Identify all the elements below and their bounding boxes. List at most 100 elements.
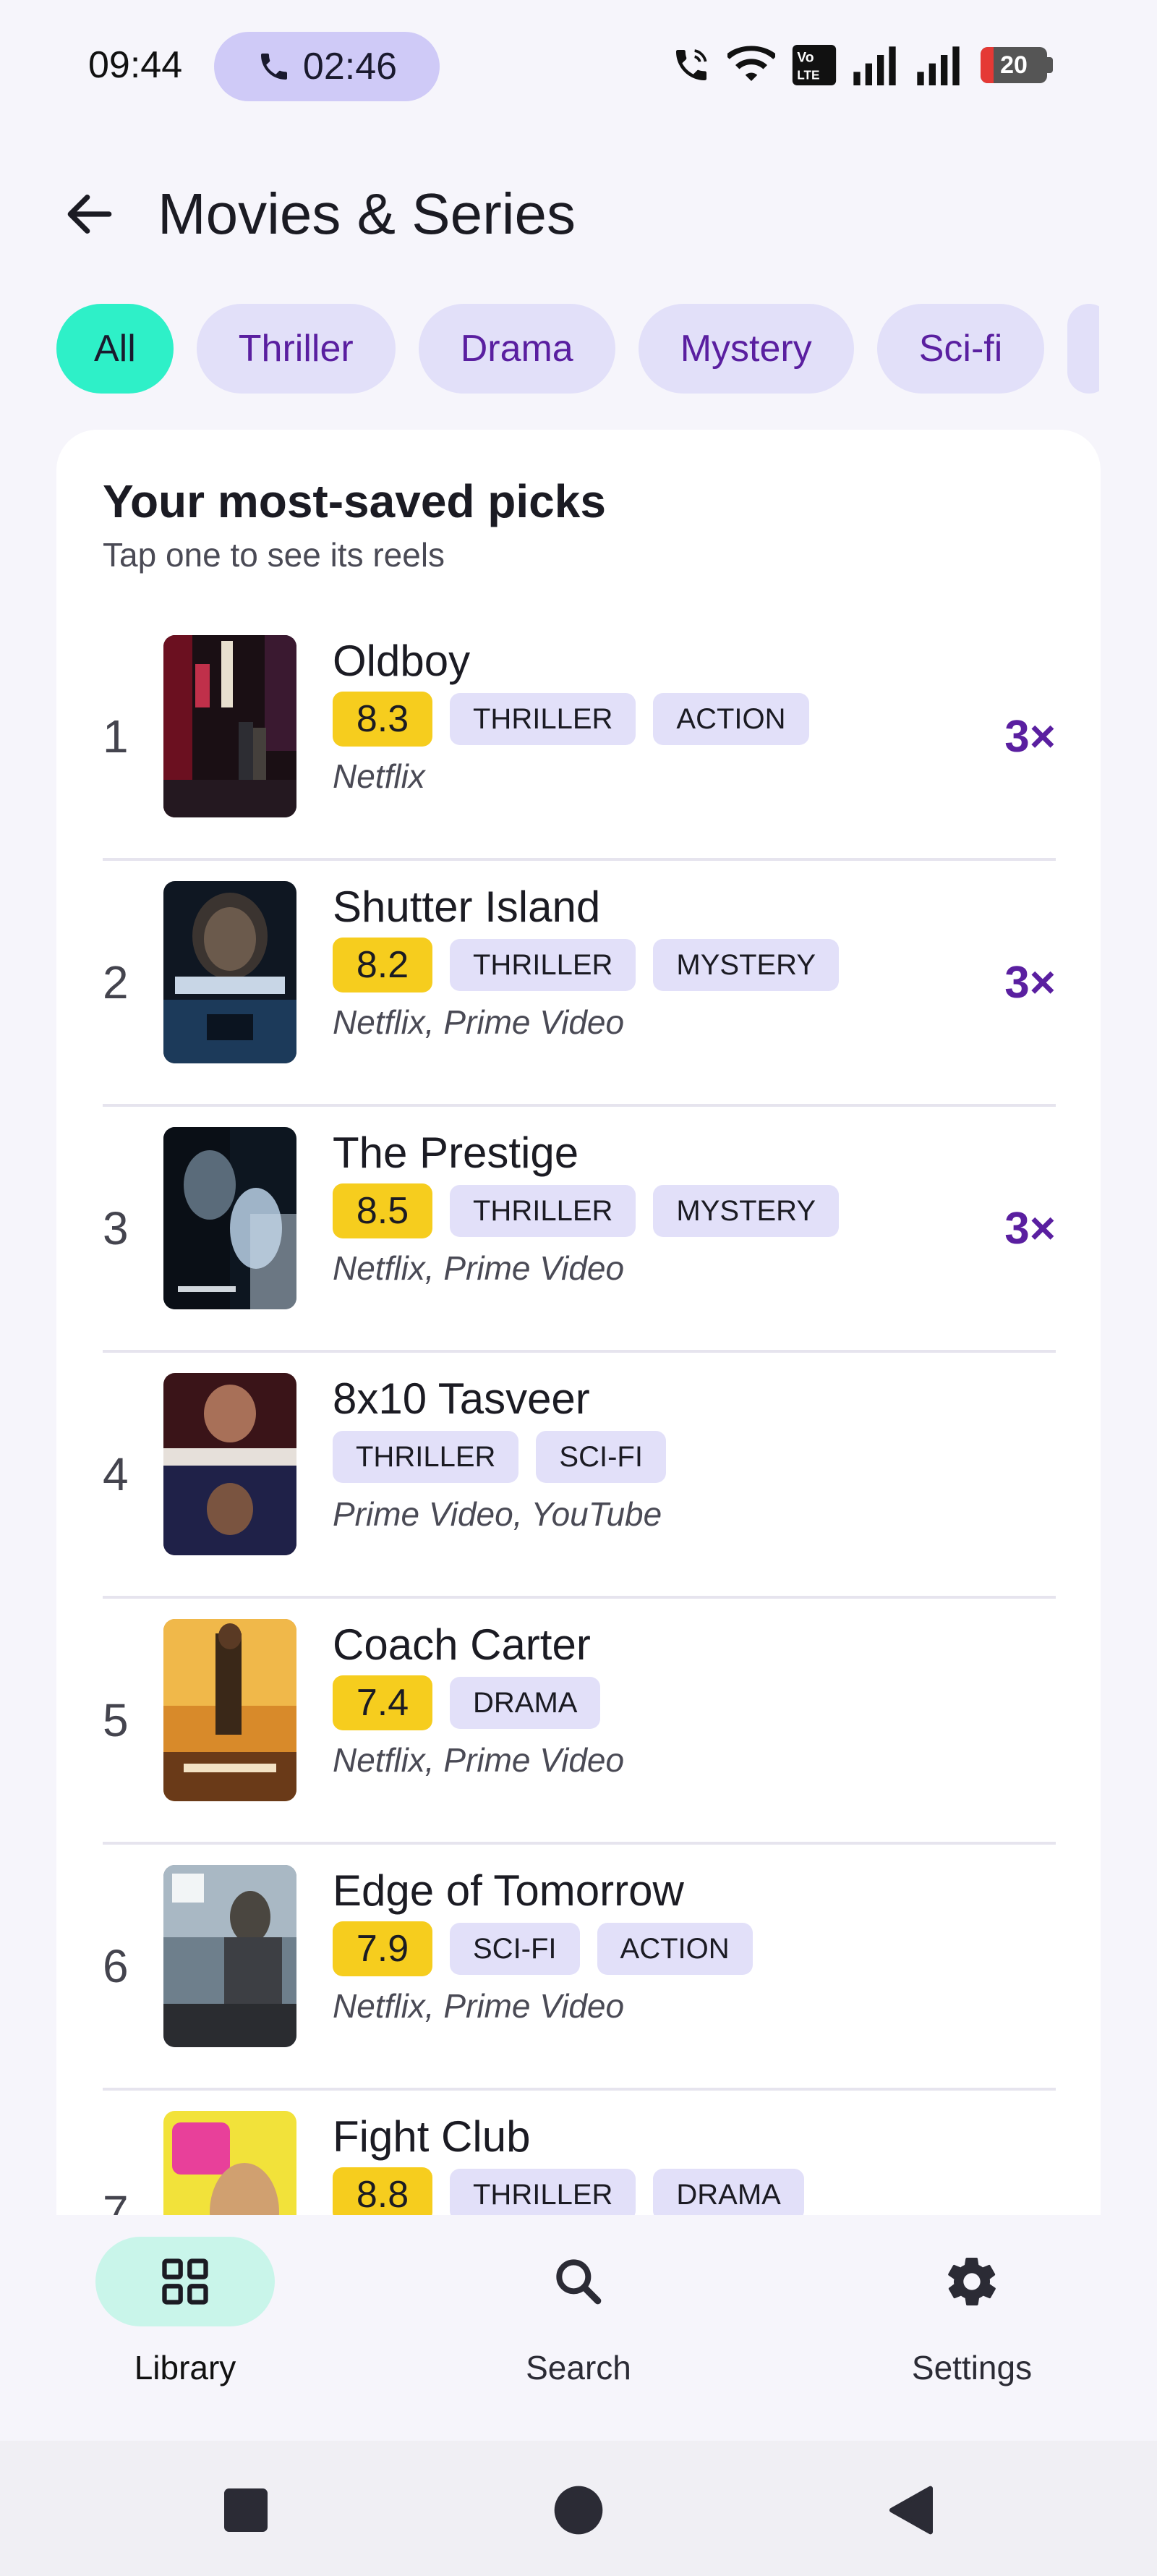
app-header: Movies & Series bbox=[0, 166, 1157, 260]
movie-info: 8x10 Tasveer THRILLER SCI-FI Prime Video, Y… bbox=[333, 1373, 969, 1534]
chip-mystery[interactable]: Mystery bbox=[638, 304, 854, 394]
genre-tag: THRILLER bbox=[450, 2169, 636, 2221]
nav-library[interactable]: Library bbox=[55, 2215, 315, 2441]
chip-drama[interactable]: Drama bbox=[418, 304, 615, 394]
movie-info: Oldboy 8.3 THRILLER ACTION Netflix bbox=[333, 635, 969, 796]
movie-poster[interactable] bbox=[163, 1127, 296, 1309]
wifi-calling-icon bbox=[676, 49, 707, 80]
chip-label: Mystery bbox=[680, 328, 812, 370]
movie-providers: Prime Video, YouTube bbox=[333, 1495, 662, 1533]
movie-rank: 1 bbox=[103, 710, 129, 762]
genre-tag: THRILLER bbox=[450, 1185, 636, 1237]
nav-search-label: Search bbox=[526, 2349, 631, 2386]
nav-settings-label: Settings bbox=[911, 2349, 1033, 2386]
recents-square-icon[interactable] bbox=[217, 2481, 275, 2539]
rating-badge: 7.9 bbox=[333, 1921, 432, 1976]
svg-text:Vo: Vo bbox=[797, 50, 814, 66]
back-triangle-icon[interactable] bbox=[882, 2481, 940, 2539]
chip-more[interactable] bbox=[1067, 304, 1099, 394]
movie-providers: Netflix, Prime Video bbox=[333, 1987, 625, 2025]
search-icon bbox=[556, 2259, 602, 2305]
nav-library-label: Library bbox=[134, 2349, 236, 2386]
movie-info: Edge of Tomorrow 7.9 SCI-FI ACTION Netflix, … bbox=[333, 1865, 969, 2025]
movie-row[interactable]: 6 Edge of Tomorrow 7.9 SCI-FI ACTION Netflix,… bbox=[103, 1845, 1056, 2091]
genre-tag: ACTION bbox=[597, 1923, 753, 1975]
volte-icon: VoLTE bbox=[792, 45, 837, 85]
movie-providers: Netflix bbox=[333, 757, 425, 795]
status-bar: 09:44 02:46 Vo LTE 20 bbox=[0, 0, 1157, 130]
movie-tags: 7.9 SCI-FI ACTION bbox=[333, 1921, 969, 1976]
grid-icon bbox=[162, 2258, 208, 2305]
svg-text:LTE: LTE bbox=[797, 67, 819, 82]
card-subtitle: Tap one to see its reels bbox=[103, 536, 445, 574]
nav-settings-indicator bbox=[882, 2237, 1062, 2326]
movie-row[interactable]: 3 The Prestige 8.5 THRILLER MYSTERY Netflix, … bbox=[103, 1107, 1056, 1353]
signal-sim2-icon bbox=[917, 46, 960, 85]
most-saved-card: Your most-saved picks Tap one to see its… bbox=[56, 430, 1101, 2238]
save-count: 3× bbox=[1004, 1203, 1056, 1254]
nav-settings[interactable]: Settings bbox=[842, 2215, 1102, 2441]
nav-search-indicator bbox=[489, 2237, 668, 2326]
movie-rank: 2 bbox=[103, 956, 129, 1008]
signal-sim1-icon bbox=[853, 46, 896, 85]
movie-row[interactable]: 1 Oldboy 8.3 THRILLER ACTION Netflix 3× bbox=[103, 615, 1056, 861]
bottom-navigation: Library Search Settings bbox=[0, 2215, 1157, 2441]
movie-row[interactable]: 4 8x10 Tasveer THRILLER SCI-FI Prime Video, … bbox=[103, 1353, 1056, 1599]
chip-label: All bbox=[94, 328, 136, 370]
battery-level: 20 bbox=[1000, 51, 1028, 79]
chip-all[interactable]: All bbox=[56, 304, 174, 394]
movie-poster[interactable] bbox=[163, 635, 296, 817]
movie-info: The Prestige 8.5 THRILLER MYSTERY Netflix, P… bbox=[333, 1127, 969, 1288]
movie-tags: 8.8 THRILLER DRAMA bbox=[333, 2167, 969, 2222]
chip-label: Thriller bbox=[238, 328, 354, 370]
movie-poster[interactable] bbox=[163, 1373, 296, 1555]
home-circle-icon[interactable] bbox=[550, 2481, 607, 2539]
save-count: 3× bbox=[1004, 711, 1056, 762]
wifi-icon bbox=[727, 46, 775, 81]
movie-tags: 8.3 THRILLER ACTION bbox=[333, 692, 969, 747]
genre-tag: ACTION bbox=[653, 693, 809, 745]
rating-badge: 7.4 bbox=[333, 1675, 432, 1730]
nav-library-indicator bbox=[95, 2237, 275, 2326]
movie-poster[interactable] bbox=[163, 1865, 296, 2047]
movie-rank: 4 bbox=[103, 1448, 129, 1500]
movie-poster[interactable] bbox=[163, 881, 296, 1063]
movie-rank: 5 bbox=[103, 1694, 129, 1746]
genre-filter-chips: All Thriller Drama Mystery Sci-fi bbox=[56, 304, 1099, 395]
movie-title: Coach Carter bbox=[333, 1620, 591, 1669]
movie-providers: Netflix, Prime Video bbox=[333, 1741, 625, 1779]
movie-tags: THRILLER SCI-FI bbox=[333, 1429, 969, 1484]
movie-title: Edge of Tomorrow bbox=[333, 1866, 684, 1915]
movie-tags: 7.4 DRAMA bbox=[333, 1675, 969, 1730]
rating-badge: 8.8 bbox=[333, 2167, 432, 2222]
genre-tag: MYSTERY bbox=[653, 1185, 840, 1237]
rating-badge: 8.3 bbox=[333, 692, 432, 747]
ongoing-call-pill[interactable]: 02:46 bbox=[214, 32, 440, 101]
phone-icon bbox=[260, 54, 287, 80]
movie-info: Fight Club 8.8 THRILLER DRAMA bbox=[333, 2111, 969, 2222]
genre-tag: DRAMA bbox=[450, 1677, 601, 1729]
chip-sci-fi[interactable]: Sci-fi bbox=[876, 304, 1045, 394]
movie-row[interactable]: 2 Shutter Island 8.2 THRILLER MYSTERY Netflix… bbox=[103, 861, 1056, 1107]
movie-rank: 3 bbox=[103, 1202, 129, 1254]
movie-tags: 8.2 THRILLER MYSTERY bbox=[333, 938, 969, 992]
arrow-left-icon[interactable] bbox=[61, 185, 119, 243]
chip-label: Sci-fi bbox=[918, 328, 1003, 370]
card-title: Your most-saved picks bbox=[103, 475, 606, 527]
movie-title: Fight Club bbox=[333, 2112, 531, 2161]
movie-title: Shutter Island bbox=[333, 883, 601, 931]
movie-poster[interactable] bbox=[163, 1619, 296, 1801]
genre-tag: SCI-FI bbox=[450, 1923, 580, 1975]
genre-tag: SCI-FI bbox=[536, 1431, 666, 1483]
call-timer: 02:46 bbox=[302, 46, 398, 88]
movie-row[interactable]: 5 Coach Carter 7.4 DRAMA Netflix, Prime Vide… bbox=[103, 1599, 1056, 1845]
movie-providers: Netflix, Prime Video bbox=[333, 1249, 625, 1287]
movie-list: 1 Oldboy 8.3 THRILLER ACTION Netflix 3× 2 Shutte… bbox=[103, 615, 1056, 2238]
chip-thriller[interactable]: Thriller bbox=[196, 304, 396, 394]
rating-badge: 8.5 bbox=[333, 1183, 432, 1238]
battery-icon: 20 bbox=[981, 47, 1047, 83]
nav-search[interactable]: Search bbox=[448, 2215, 709, 2441]
genre-tag: THRILLER bbox=[450, 939, 636, 991]
save-count: 3× bbox=[1004, 957, 1056, 1008]
status-icons: Vo LTE 20 bbox=[671, 45, 1053, 85]
